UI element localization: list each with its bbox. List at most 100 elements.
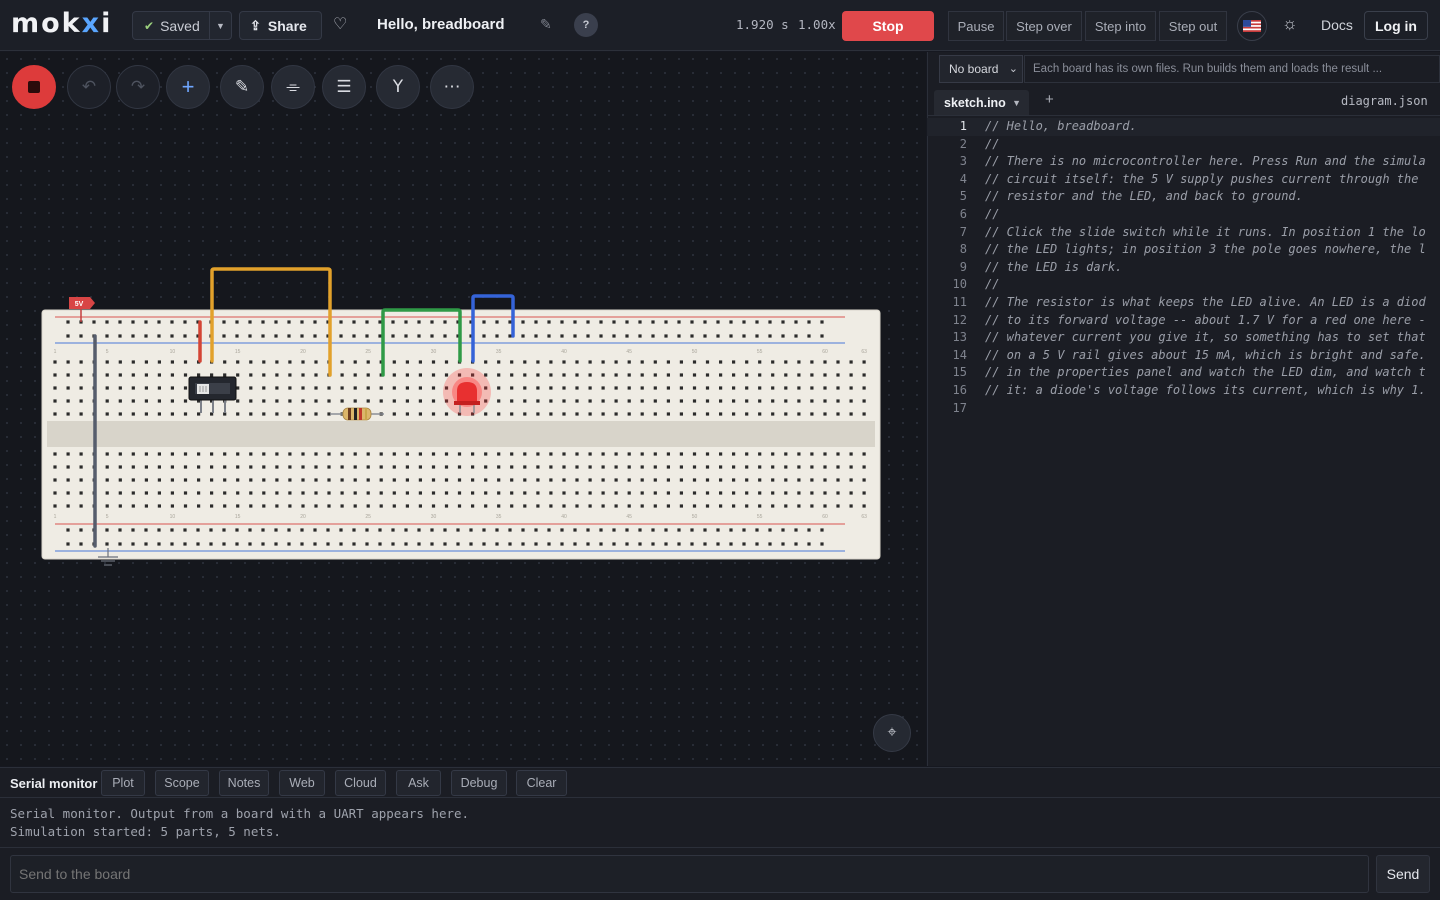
breadboard-hole <box>275 491 279 495</box>
breadboard-hole <box>508 320 512 324</box>
breadboard-hole <box>510 478 514 482</box>
send-button[interactable]: Send <box>1376 855 1430 893</box>
code-line[interactable]: 15 // in the properties panel and watch t… <box>927 364 1440 382</box>
language-flag-icon[interactable] <box>1237 11 1267 41</box>
tab-debug[interactable]: Debug <box>451 770 507 796</box>
breadboard-hole <box>444 504 449 508</box>
breadboard-hole <box>719 399 723 403</box>
code-line[interactable]: 1 // Hello, breadboard. <box>927 118 1440 136</box>
breadboard-hole <box>66 334 70 338</box>
serial-send-input[interactable] <box>10 855 1369 893</box>
code-line[interactable]: 5 // resistor and the LED, and back to gr… <box>927 188 1440 206</box>
stop-record-icon[interactable] <box>12 65 56 109</box>
code-line[interactable]: 11 // The resistor is what keeps the LED … <box>927 294 1440 312</box>
breadboard-hole <box>534 334 538 338</box>
board-select[interactable]: No board ⌄ <box>939 55 1023 83</box>
chevron-down-icon[interactable]: ▼ <box>209 12 231 39</box>
add-icon[interactable]: + <box>166 65 210 109</box>
code-line[interactable]: 9 // the LED is dark. <box>927 259 1440 277</box>
breadboard-hole <box>418 504 422 508</box>
align-icon[interactable]: ⌯ <box>271 65 315 109</box>
breadboard-hole <box>183 465 188 469</box>
code-line[interactable]: 4 // circuit itself: the 5 V supply pushe… <box>927 171 1440 189</box>
breadboard-hole <box>666 465 670 469</box>
breadboard-hole <box>794 528 798 532</box>
breadboard-hole <box>261 334 265 338</box>
breadboard-hole <box>183 360 188 364</box>
step-into-button[interactable]: Step into <box>1085 11 1156 41</box>
saved-button[interactable]: ✔ Saved ▼ <box>132 11 232 40</box>
add-file-button[interactable]: + <box>1045 91 1054 108</box>
code-line[interactable]: 17 <box>927 400 1440 418</box>
breadboard-hole <box>379 386 383 390</box>
breadboard-hole <box>510 373 514 377</box>
breadboard-diagram[interactable]: 1155101015152020252530303535404045455050… <box>0 260 926 580</box>
breadboard-hole <box>810 399 814 403</box>
breadboard-hole <box>210 465 214 469</box>
rename-pencil-icon[interactable]: ✎ <box>540 16 552 33</box>
layers-icon[interactable]: ☰ <box>322 65 366 109</box>
code-line[interactable]: 8 // the LED lights; in position 3 the po… <box>927 241 1440 259</box>
redo-icon[interactable]: ↷ <box>116 65 160 109</box>
heart-icon[interactable]: ♡ <box>333 14 347 34</box>
code-editor[interactable]: 1 // Hello, breadboard. 2 // 3 // There is no… <box>927 118 1440 418</box>
app-logo[interactable]: mokxi <box>11 8 112 39</box>
breadboard-hole <box>758 373 762 377</box>
step-over-button[interactable]: Step over <box>1006 11 1082 41</box>
help-button[interactable]: ? <box>574 13 598 37</box>
stop-button[interactable]: Stop <box>842 11 934 41</box>
tab-notes[interactable]: Notes <box>219 770 269 796</box>
led-red[interactable] <box>443 368 491 416</box>
breadboard-hole <box>288 465 292 469</box>
breadboard-hole <box>131 504 135 508</box>
breadboard-hole <box>365 528 369 532</box>
breadboard-hole <box>378 334 382 338</box>
undo-icon[interactable]: ↶ <box>67 65 111 109</box>
tab-cloud[interactable]: Cloud <box>335 770 386 796</box>
code-line[interactable]: 3 // There is no microcontroller here. Pr… <box>927 153 1440 171</box>
breadboard-hole <box>823 478 827 482</box>
breadboard-hole <box>131 373 135 377</box>
code-line[interactable]: 6 // <box>927 206 1440 224</box>
clear-button[interactable]: Clear <box>516 770 567 796</box>
tab-web[interactable]: Web <box>279 770 325 796</box>
breadboard-hole <box>118 373 122 377</box>
code-line[interactable]: 2 // <box>927 136 1440 154</box>
breadboard-hole <box>784 412 788 416</box>
breadboard-hole <box>274 320 278 324</box>
tab-diagram-json[interactable]: diagram.json <box>1341 94 1428 108</box>
pause-button[interactable]: Pause <box>948 11 1004 41</box>
breadboard-hole <box>66 399 70 403</box>
code-line[interactable]: 14 // on a 5 V rail gives about 15 mA, wh… <box>927 347 1440 365</box>
docs-link[interactable]: Docs <box>1321 17 1353 33</box>
share-button[interactable]: ⇪ Share <box>239 11 322 40</box>
chevron-down-icon[interactable]: ▼ <box>1012 98 1021 108</box>
more-icon[interactable]: ⋯ <box>430 65 474 109</box>
tab-ask[interactable]: Ask <box>396 770 441 796</box>
recenter-icon[interactable]: ⌖ <box>873 714 911 752</box>
column-number: 55 <box>757 349 763 355</box>
tab-scope[interactable]: Scope <box>155 770 209 796</box>
breadboard-hole <box>651 334 655 338</box>
breadboard-hole <box>862 491 866 495</box>
code-line[interactable]: 16 // it: a diode's voltage follows its c… <box>927 382 1440 400</box>
probe-icon[interactable]: Y <box>376 65 420 109</box>
breadboard-hole <box>692 491 697 495</box>
pencil-icon[interactable]: ✎ <box>220 65 264 109</box>
theme-toggle-icon[interactable]: ☼ <box>1282 14 1298 34</box>
breadboard-hole <box>444 360 449 364</box>
tab-plot[interactable]: Plot <box>101 770 145 796</box>
breadboard-hole <box>249 491 253 495</box>
project-title[interactable]: Hello, breadboard <box>377 16 505 33</box>
code-line[interactable]: 10 // <box>927 276 1440 294</box>
breadboard-hole <box>418 399 422 403</box>
step-out-button[interactable]: Step out <box>1159 11 1227 41</box>
code-line[interactable]: 13 // whatever current you give it, so so… <box>927 329 1440 347</box>
code-line[interactable]: 12 // to its forward voltage -- about 1.7… <box>927 312 1440 330</box>
code-line[interactable]: 7 // Click the slide switch while it runs… <box>927 224 1440 242</box>
tab-serial-monitor[interactable]: Serial monitor <box>10 776 97 791</box>
login-button[interactable]: Log in <box>1364 11 1428 40</box>
breadboard-hole <box>784 360 788 364</box>
tab-sketch-ino[interactable]: sketch.ino ▼ <box>934 90 1029 115</box>
breadboard-hole <box>249 465 253 469</box>
